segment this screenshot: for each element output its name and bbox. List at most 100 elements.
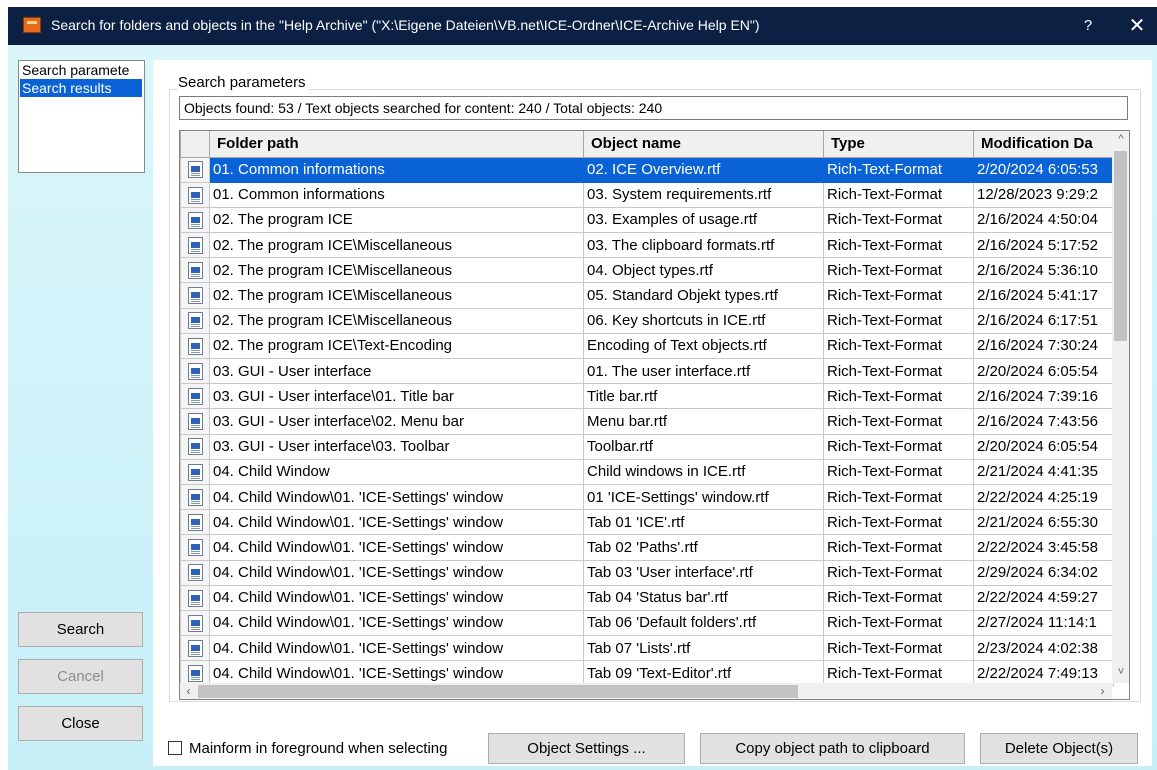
results-table: Folder path Object name Type Modificatio… (180, 131, 1114, 687)
table-row[interactable]: 04. Child Window\01. 'ICE-Settings' wind… (180, 534, 1114, 561)
row-icon-cell (180, 282, 210, 309)
cell-object-name: 05. Standard Objekt types.rtf (583, 282, 824, 309)
row-icon-cell (180, 232, 210, 259)
cell-modification-date: 2/22/2024 4:59:27 (973, 584, 1114, 611)
cell-type: Rich-Text-Format (823, 559, 974, 586)
row-icon-cell (180, 257, 210, 284)
row-icon-cell (180, 559, 210, 586)
cell-modification-date: 2/22/2024 4:25:19 (973, 483, 1114, 511)
cell-object-name: 03. The clipboard formats.rtf (583, 232, 824, 259)
close-button[interactable]: Close (18, 706, 143, 741)
vertical-scrollbar[interactable]: ^ ˅ (1112, 131, 1129, 683)
table-row[interactable]: 04. Child Window Child windows in ICE.rtf… (180, 458, 1114, 485)
close-window-button[interactable]: ✕ (1123, 13, 1151, 39)
cell-object-name: 03. Examples of usage.rtf (583, 206, 824, 234)
column-header-type[interactable]: Type (823, 131, 974, 158)
table-row[interactable]: 02. The program ICE\Miscellaneous 04. Obj… (180, 257, 1114, 284)
column-header-object-name[interactable]: Object name (583, 131, 824, 158)
cell-folder-path: 03. GUI - User interface\03. Toolbar (209, 433, 584, 460)
table-row[interactable]: 04. Child Window\01. 'ICE-Settings' wind… (180, 609, 1114, 637)
table-row[interactable]: 03. GUI - User interface\03. Toolbar Tool… (180, 433, 1114, 460)
row-icon-cell (180, 609, 210, 637)
row-icon-cell (180, 181, 210, 208)
scroll-left-arrow[interactable]: ‹ (180, 683, 197, 699)
table-row[interactable]: 03. GUI - User interface\01. Title bar Ti… (180, 383, 1114, 410)
cell-type: Rich-Text-Format (823, 332, 974, 360)
rtf-document-icon (187, 161, 203, 179)
icon-column-header[interactable] (180, 131, 210, 158)
cell-type: Rich-Text-Format (823, 232, 974, 259)
cell-object-name: 01 'ICE-Settings' window.rtf (583, 483, 824, 511)
cell-object-name: Tab 04 'Status bar'.rtf (583, 584, 824, 611)
cell-modification-date: 2/16/2024 6:17:51 (973, 307, 1114, 334)
table-row[interactable]: 03. GUI - User interface 01. The user int… (180, 357, 1114, 385)
cell-type: Rich-Text-Format (823, 357, 974, 385)
table-row[interactable]: 04. Child Window\01. 'ICE-Settings' wind… (180, 509, 1114, 536)
search-button[interactable]: Search (18, 612, 143, 647)
column-header-modification-date[interactable]: Modification Da (973, 131, 1114, 158)
results-panel: Search parameters Objects found: 53 / Te… (153, 60, 1152, 766)
cell-modification-date: 2/16/2024 5:17:52 (973, 232, 1114, 259)
table-row[interactable]: 02. The program ICE\Miscellaneous 05. Sta… (180, 282, 1114, 309)
foreground-option[interactable]: Mainform in foreground when selecting (168, 740, 447, 760)
cell-modification-date: 2/16/2024 7:30:24 (973, 332, 1114, 360)
rtf-document-icon (187, 564, 203, 582)
table-row[interactable]: 04. Child Window\01. 'ICE-Settings' wind… (180, 483, 1114, 511)
scroll-down-arrow[interactable]: ˅ (1112, 664, 1129, 681)
section-item-search-results[interactable]: Search results (20, 79, 142, 97)
table-row[interactable]: 03. GUI - User interface\02. Menu bar Men… (180, 408, 1114, 435)
column-header-folder-path[interactable]: Folder path (209, 131, 584, 158)
row-icon-cell (180, 584, 210, 611)
results-grid[interactable]: Folder path Object name Type Modificatio… (179, 130, 1130, 700)
cell-type: Rich-Text-Format (823, 307, 974, 334)
cell-object-name: Tab 07 'Lists'.rtf (583, 635, 824, 662)
cell-object-name: Tab 03 'User interface'.rtf (583, 559, 824, 586)
rtf-document-icon (187, 589, 203, 607)
cell-folder-path: 04. Child Window\01. 'ICE-Settings' wind… (209, 483, 584, 511)
table-row[interactable]: 02. The program ICE\Miscellaneous 06. Key… (180, 307, 1114, 334)
row-icon-cell (180, 156, 210, 183)
row-icon-cell (180, 433, 210, 460)
row-icon-cell (180, 534, 210, 561)
vertical-scroll-thumb[interactable] (1114, 151, 1127, 341)
scroll-up-arrow[interactable]: ^ (1112, 131, 1129, 148)
dialog-client-area: Search paramete Search results Search Ca… (8, 45, 1157, 770)
foreground-checkbox[interactable] (168, 741, 182, 755)
row-icon-cell (180, 458, 210, 485)
section-item-search-parameters[interactable]: Search paramete (19, 61, 144, 79)
object-settings-button[interactable]: Object Settings ... (488, 733, 685, 764)
cell-folder-path: 04. Child Window\01. 'ICE-Settings' wind… (209, 509, 584, 536)
table-row[interactable]: 02. The program ICE\Miscellaneous 03. The… (180, 232, 1114, 259)
cell-folder-path: 03. GUI - User interface\01. Title bar (209, 383, 584, 410)
table-row[interactable]: 01. Common informations 03. System requir… (180, 181, 1114, 208)
row-icon-cell (180, 509, 210, 536)
scroll-right-arrow[interactable]: › (1094, 683, 1111, 699)
row-icon-cell (180, 307, 210, 334)
horizontal-scroll-thumb[interactable] (198, 685, 798, 698)
cell-object-name: 06. Key shortcuts in ICE.rtf (583, 307, 824, 334)
table-row[interactable]: 04. Child Window\01. 'ICE-Settings' wind… (180, 559, 1114, 586)
table-row[interactable]: 04. Child Window\01. 'ICE-Settings' wind… (180, 584, 1114, 611)
delete-objects-button[interactable]: Delete Object(s) (980, 733, 1138, 764)
cell-object-name: 01. The user interface.rtf (583, 357, 824, 385)
cell-folder-path: 03. GUI - User interface (209, 357, 584, 385)
horizontal-scrollbar[interactable]: ‹ › (180, 683, 1112, 699)
cell-object-name: 03. System requirements.rtf (583, 181, 824, 208)
table-row[interactable]: 02. The program ICE\Text-Encoding Encodin… (180, 332, 1114, 360)
rtf-document-icon (187, 413, 203, 431)
row-icon-cell (180, 332, 210, 360)
copy-object-path-button[interactable]: Copy object path to clipboard (700, 733, 965, 764)
table-row[interactable]: 02. The program ICE 03. Examples of usage… (180, 206, 1114, 234)
cell-folder-path: 02. The program ICE\Miscellaneous (209, 307, 584, 334)
cell-modification-date: 2/16/2024 7:43:56 (973, 408, 1114, 435)
cell-type: Rich-Text-Format (823, 257, 974, 284)
table-row[interactable]: 01. Common informations 02. ICE Overview.… (180, 156, 1114, 183)
cell-folder-path: 01. Common informations (209, 181, 584, 208)
table-row[interactable]: 04. Child Window\01. 'ICE-Settings' wind… (180, 635, 1114, 662)
help-button[interactable]: ? (1074, 13, 1102, 39)
cancel-button[interactable]: Cancel (18, 659, 143, 694)
cell-folder-path: 04. Child Window\01. 'ICE-Settings' wind… (209, 635, 584, 662)
cell-modification-date: 12/28/2023 9:29:2 (973, 181, 1114, 208)
section-list[interactable]: Search paramete Search results (18, 60, 145, 173)
rtf-document-icon (187, 337, 203, 355)
